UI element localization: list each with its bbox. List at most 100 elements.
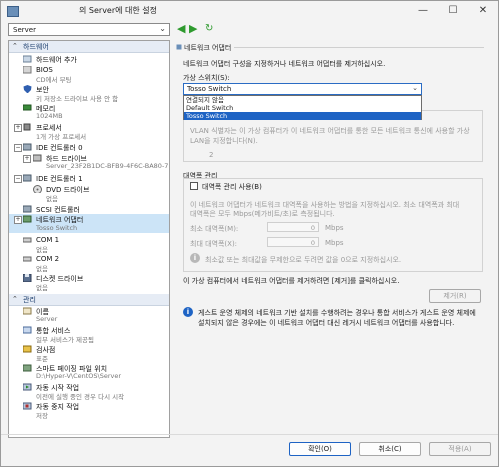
refresh-icon[interactable]: ↻ [205,22,213,35]
tree-item-sub: 일부 서비스가 제공됨 [36,336,94,344]
switch-option-default[interactable]: Default Switch [184,104,421,112]
tree-item-network-adapter[interactable]: + 네트워크 어댑터 Tosso Switch [9,214,169,233]
chevron-up-icon: ⌃ [12,42,18,50]
max-bandwidth-input[interactable]: 0 [267,237,319,247]
add-hardware-icon [23,55,32,63]
virtual-switch-value: Tosso Switch [187,85,232,93]
server-select-value: Server [13,26,36,34]
tree-item-dvd-drive[interactable]: DVD 드라이브 없음 [9,184,169,203]
window-title: 의 Server에 대한 설정 [79,6,158,15]
zero-note: 최소값 또는 최대값을 무제한으로 두려면 값을 0으로 지정하십시오. [205,256,402,264]
switch-option-tosso[interactable]: Tosso Switch [184,112,421,120]
expand-icon[interactable]: + [14,124,22,132]
tree-item-ide-1[interactable]: − IDE 컨트롤러 1 [9,173,169,183]
management-section-header[interactable]: ⌃ 관리 [9,294,169,306]
vlan-desc-2: LAN을 지정합니다(N). [190,137,258,145]
switch-label: 가상 스위치(S): [183,74,230,82]
back-arrow-icon[interactable]: ◀ [177,22,185,35]
bandwidth-checkbox[interactable] [190,182,198,190]
collapse-icon[interactable]: − [14,144,22,152]
remove-button[interactable]: 제거(R) [429,289,481,303]
shield-icon [23,85,32,93]
settings-tree: ⌃ 하드웨어 하드웨어 추가 BIOS CD에서 부팅 보안 키 저장소 드라이… [8,40,170,438]
management-header-label: 관리 [23,296,36,304]
virtual-switch-dropdown[interactable]: Tosso Switch ⌄ [183,83,422,95]
tree-item-sub: 표준 [36,355,48,363]
tree-item-integration-services[interactable]: 통합 서비스 일부 서비스가 제공됨 [9,325,169,344]
close-button[interactable]: ✕ [468,1,498,21]
max-bandwidth-label: 최대 대역폭(X): [190,240,238,248]
tree-item-sub: 1024MB [36,112,63,120]
min-bandwidth-value: 0 [310,224,315,232]
min-bandwidth-label: 최소 대역폭(M): [190,225,239,233]
tree-item-memory[interactable]: 메모리 1024MB [9,103,169,121]
hardware-section-header[interactable]: ⌃ 하드웨어 [9,41,169,53]
tree-item-checkpoints[interactable]: 검사점 표준 [9,344,169,363]
processor-icon [23,123,31,131]
tree-item-label: BIOS [36,66,53,74]
bullet-icon [176,44,182,50]
name-icon [23,307,32,315]
com-port-icon [23,237,32,243]
remove-instruction: 이 가상 컴퓨터에서 네트워크 어댑터를 제거하려면 [제거]를 클릭하십시오. [183,277,400,285]
vlan-desc-1: VLAN 식별자는 이 가상 컴퓨터가 이 네트워크 어댑터를 통한 모든 네트… [190,127,470,135]
panel-description: 네트워크 어댑터 구성을 지정하거나 네트워크 어댑터를 제거하십시오. [183,60,386,68]
hardware-header-label: 하드웨어 [23,43,49,51]
tree-item-sub: 이전에 실행 중인 경우 다시 시작 [36,393,125,401]
tree-item-sub: 없음 [46,195,58,203]
tree-item-hard-drive[interactable]: + 하드 드라이브 Server_23F2B1DC-BFB9-4F6C-BA80… [9,153,169,171]
chevron-up-icon: ⌃ [12,295,18,303]
forward-arrow-icon[interactable]: ▶ [189,22,197,35]
apply-button[interactable]: 적용(A) [429,442,491,456]
tree-item-add-hardware[interactable]: 하드웨어 추가 [9,54,169,64]
tree-item-label: IDE 컨트롤러 0 [36,144,83,152]
diskette-icon [23,274,32,282]
tree-item-sub: Server [36,315,58,323]
tree-item-security[interactable]: 보안 키 저장소 드라이브 사용 안 함 [9,84,169,103]
minimize-button[interactable]: — [408,1,438,21]
controller-icon [23,205,32,213]
com-port-icon [23,256,32,262]
legacy-note-2: 설치되지 않은 경우에는 이 네트워크 어댑터 대신 레거시 네트워크 어댑터를… [198,319,455,327]
collapse-icon[interactable]: − [14,175,22,183]
tree-item-label: COM 1 [36,236,60,244]
maximize-button[interactable]: ☐ [438,1,468,21]
tree-item-bios[interactable]: BIOS CD에서 부팅 [9,65,169,84]
bandwidth-desc-2: 대역폭은 모두 Mbps(메가비트/초)로 측정됩니다. [190,210,335,218]
expand-icon[interactable]: + [14,216,22,224]
tree-item-label: 하드웨어 추가 [36,56,77,64]
bottom-divider [1,434,498,435]
tree-item-diskette[interactable]: 디스켓 드라이브 없음 [9,273,169,292]
tree-item-label: IDE 컨트롤러 1 [36,175,83,183]
tree-item-processor[interactable]: + 프로세서 1개 가상 프로세서 [9,122,169,141]
ok-button[interactable]: 확인(O) [289,442,351,456]
tree-item-sub: 저장 [36,412,48,420]
network-adapter-panel: 네트워크 어댑터 네트워크 어댑터 구성을 지정하거나 네트워크 어댑터를 제거… [176,40,489,438]
tree-item-sub: 없음 [36,265,48,273]
tree-item-scsi[interactable]: SCSI 컨트롤러 [9,204,169,214]
switch-option-not-connected[interactable]: 연결되지 않음 [184,96,421,104]
bandwidth-checkbox-label: 대역폭 관리 사용(B) [202,183,262,191]
tree-item-name[interactable]: 이름 Server [9,306,169,324]
tree-item-ide-0[interactable]: − IDE 컨트롤러 0 [9,142,169,152]
expand-icon[interactable]: + [23,155,31,163]
smart-paging-icon [23,364,32,372]
tree-item-com1[interactable]: COM 1 없음 [9,235,169,254]
legacy-note-1: 게스트 운영 체제의 네트워크 기반 설치를 수행하려는 경우나 통합 서비스가… [198,309,476,317]
min-bandwidth-input[interactable]: 0 [267,222,319,232]
hard-drive-icon [33,154,42,162]
checkpoint-icon [23,345,32,353]
tree-item-sub: D:\Hyper-V\CentOS\Server [36,372,122,380]
title-bar: 의 Server에 대한 설정 — ☐ ✕ [1,1,498,21]
tree-item-smart-paging[interactable]: 스마트 페이징 파일 위치 D:\Hyper-V\CentOS\Server [9,363,169,381]
server-select[interactable]: Server ⌄ [8,23,170,36]
tree-item-auto-stop[interactable]: 자동 중지 작업 저장 [9,401,169,420]
tree-item-com2[interactable]: COM 2 없음 [9,254,169,273]
chevron-down-icon: ⌄ [412,84,418,92]
settings-window: 의 Server에 대한 설정 — ☐ ✕ Server ⌄ ◀ ▶ ↻ ⌃ 하… [0,0,499,467]
tree-item-sub: Server_23F2B1DC-BFB9-4F6C-BA80-7... [46,162,170,170]
tree-item-auto-start[interactable]: 자동 시작 작업 이전에 실행 중인 경우 다시 시작 [9,382,169,401]
cancel-button[interactable]: 취소(C) [359,442,421,456]
tree-item-sub: 1개 가상 프로세서 [36,133,87,141]
auto-stop-icon [23,402,32,410]
